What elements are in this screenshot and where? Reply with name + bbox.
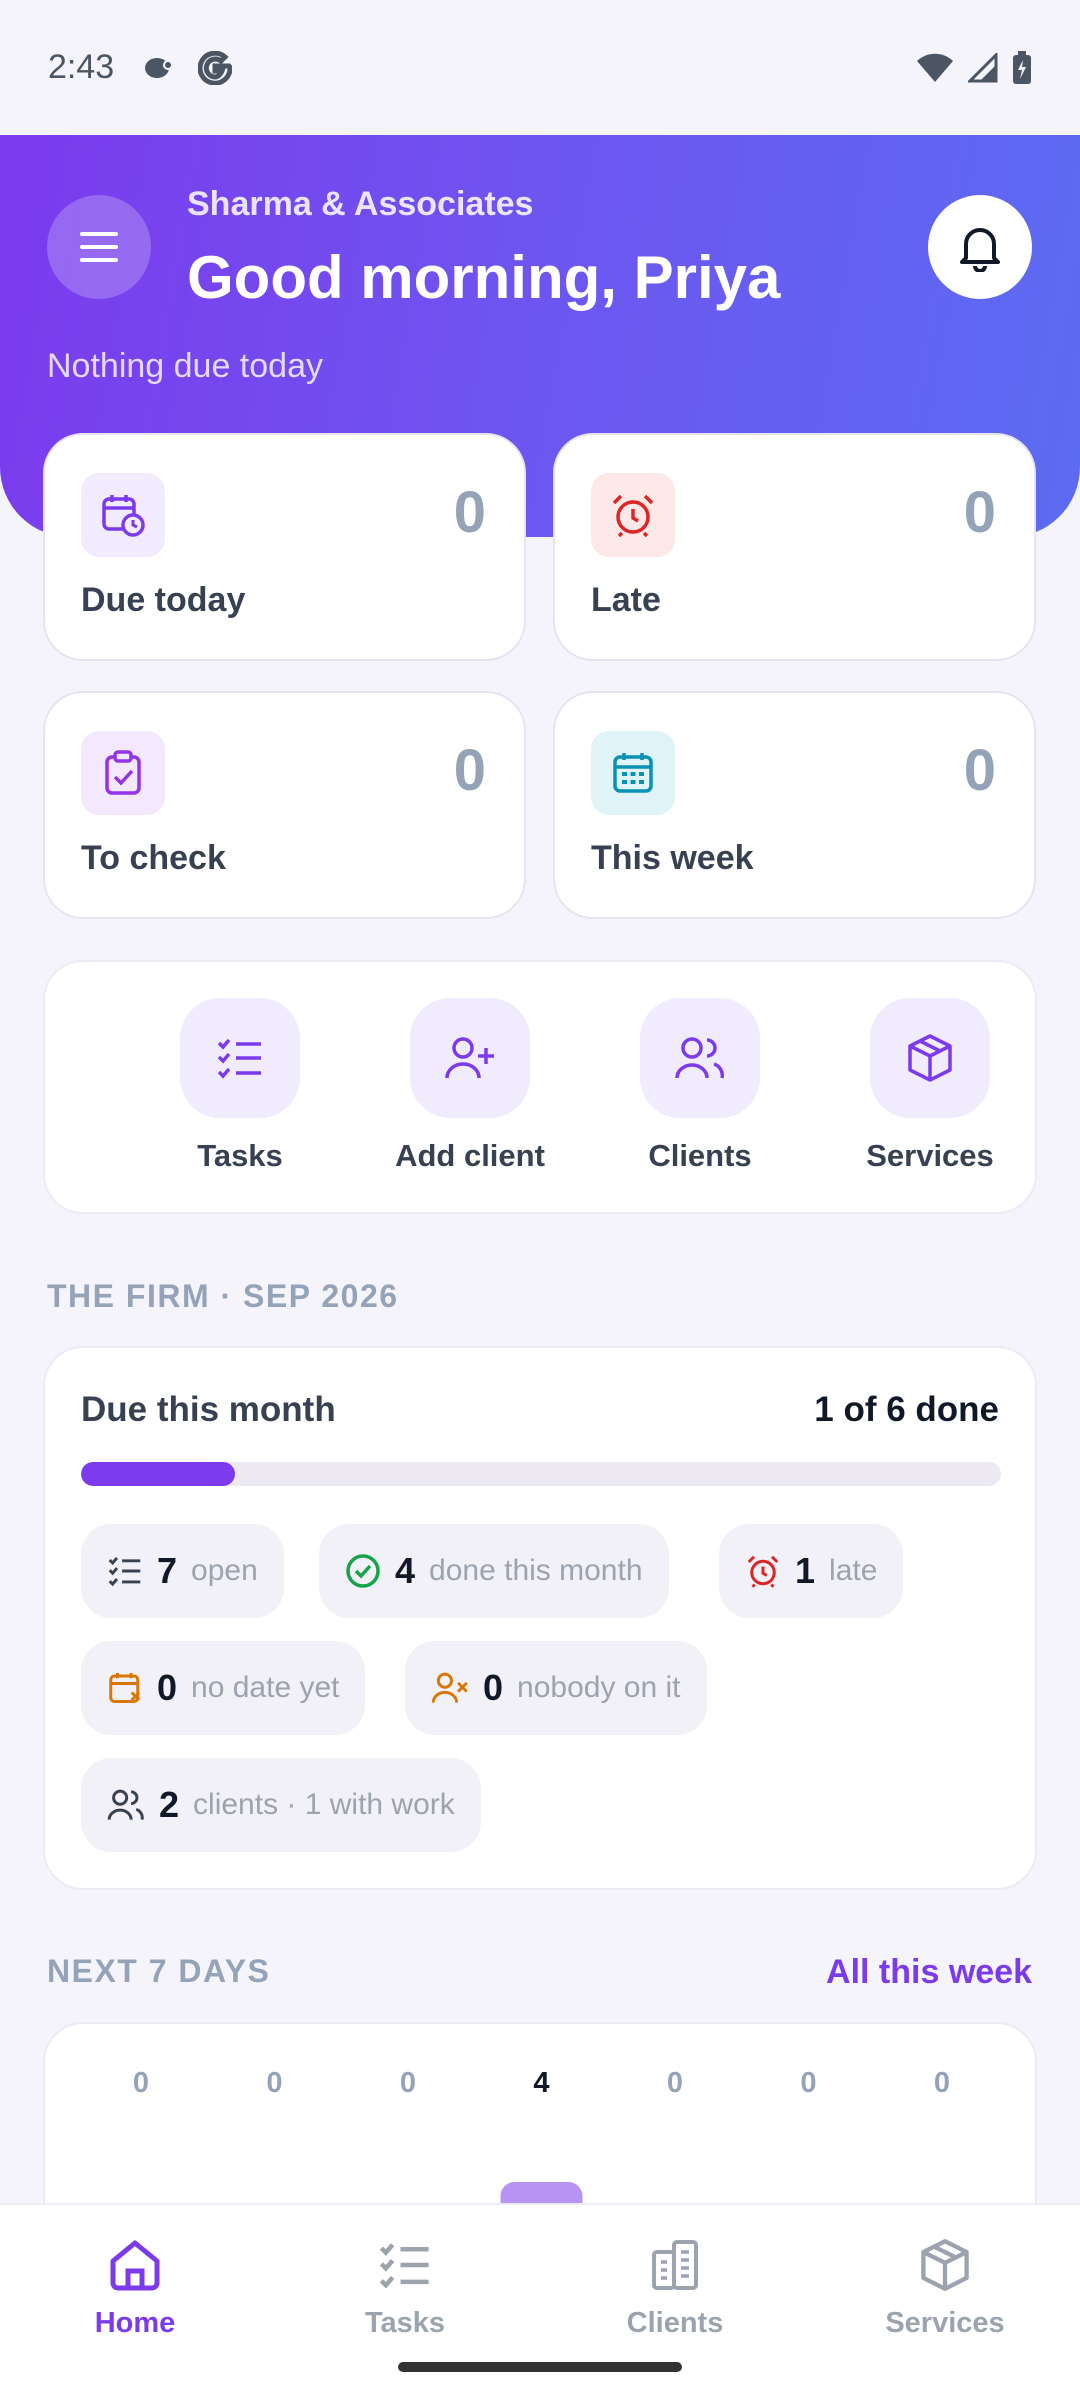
section-title-next-days: NEXT 7 DAYS <box>47 1953 271 1989</box>
stat-card-to-check[interactable]: 0 To check <box>43 691 526 919</box>
progress-fill <box>81 1462 235 1486</box>
page-title: Good morning, Priya <box>187 244 781 311</box>
nav-label: Tasks <box>364 2307 446 2339</box>
menu-button[interactable] <box>47 195 151 299</box>
user-x-icon <box>431 1672 468 1703</box>
quick-action-add-client[interactable]: Add client <box>355 998 585 1174</box>
chip-done-this-month[interactable]: 4 done this month <box>319 1524 669 1618</box>
header-subtitle: Nothing due today <box>47 347 323 385</box>
chip-count: 4 <box>395 1550 416 1591</box>
day-count-label: 0 <box>800 2067 816 2099</box>
battery-icon <box>1013 50 1031 84</box>
quick-action-label: Services <box>866 1138 994 1173</box>
checklist-icon <box>108 1556 141 1587</box>
nav-label: Home <box>94 2307 176 2339</box>
stat-value: 0 <box>963 738 996 803</box>
box-icon <box>921 2239 969 2291</box>
stat-value: 0 <box>453 480 486 545</box>
chip-label: late <box>829 1554 878 1587</box>
stat-label: Due today <box>81 581 246 619</box>
checklist-icon <box>379 2243 429 2289</box>
quick-action-label: Clients <box>648 1138 752 1173</box>
stat-value: 0 <box>453 738 486 803</box>
home-icon <box>110 2240 160 2291</box>
box-icon <box>908 1034 952 1082</box>
bell-icon <box>960 228 1000 272</box>
status-bar: 2:43 <box>0 0 1080 135</box>
nav-label: Clients <box>626 2307 724 2339</box>
chip-label: clients · 1 with work <box>193 1788 455 1821</box>
stat-value: 0 <box>963 480 996 545</box>
firm-name: Sharma & Associates <box>187 185 534 223</box>
section-title-firm: THE FIRM · SEP 2026 <box>47 1278 399 1314</box>
due-this-month-card: Due this month 1 of 6 done 7 open 4 done… <box>43 1346 1037 1890</box>
chip-count: 0 <box>157 1667 178 1708</box>
chip-clients[interactable]: 2 clients · 1 with work <box>81 1758 481 1852</box>
stat-card-late[interactable]: 0 Late <box>553 433 1036 661</box>
check-circle-icon <box>346 1554 380 1588</box>
notifications-button[interactable] <box>928 195 1032 299</box>
day-count-label: 0 <box>400 2067 416 2099</box>
clipboard-check-icon <box>105 750 141 795</box>
chip-count: 2 <box>159 1784 180 1825</box>
chip-count: 7 <box>157 1550 178 1591</box>
stat-card-this-week[interactable]: 0 This week <box>553 691 1036 919</box>
calendar-grid-icon <box>613 753 653 793</box>
hamburger-icon <box>80 232 118 262</box>
chip-count: 1 <box>795 1550 816 1591</box>
day-count-label: 0 <box>133 2067 149 2099</box>
stat-label: To check <box>81 839 226 877</box>
chip-late[interactable]: 1 late <box>719 1524 904 1618</box>
stat-label: This week <box>591 839 754 877</box>
day-count-label: 0 <box>266 2067 282 2099</box>
card-title: Due this month <box>81 1390 336 1429</box>
quick-action-label: Tasks <box>197 1138 283 1173</box>
quick-action-clients[interactable]: Clients <box>585 998 815 1174</box>
nav-home[interactable]: Home <box>0 2233 270 2340</box>
nav-clients[interactable]: Clients <box>540 2233 810 2340</box>
quick-action-services[interactable]: Services <box>815 998 1045 1174</box>
quick-actions: Tasks Add client Clients Services <box>43 960 1037 1214</box>
day-count-label: 4 <box>533 2067 549 2099</box>
nav-services[interactable]: Services <box>810 2233 1080 2340</box>
wifi-icon <box>917 53 953 82</box>
alarm-clock-icon <box>612 494 654 538</box>
stat-card-due-today[interactable]: 0 Due today <box>43 433 526 661</box>
nav-label: Services <box>885 2307 1005 2339</box>
chip-label: open <box>191 1554 258 1587</box>
done-count: 1 of 6 done <box>814 1390 999 1429</box>
calendar-clock-icon <box>102 495 145 537</box>
nav-tasks[interactable]: Tasks <box>270 2233 540 2340</box>
notification-icon <box>145 57 174 78</box>
chip-no-date[interactable]: 0 no date yet <box>81 1641 366 1735</box>
building-icon <box>652 2240 698 2290</box>
quick-action-label: Add client <box>395 1138 545 1173</box>
day-count-label: 0 <box>934 2067 950 2099</box>
chip-open[interactable]: 7 open <box>81 1524 284 1618</box>
status-time: 2:43 <box>48 48 115 86</box>
users-icon <box>107 1789 144 1820</box>
chip-label: done this month <box>429 1554 643 1587</box>
day-count-label: 0 <box>667 2067 683 2099</box>
progress-bar <box>81 1462 1001 1486</box>
user-plus-icon <box>445 1037 494 1079</box>
chip-nobody-on-it[interactable]: 0 nobody on it <box>405 1641 707 1735</box>
chip-count: 0 <box>483 1667 504 1708</box>
google-icon <box>198 50 233 85</box>
quick-action-tasks[interactable]: Tasks <box>125 998 355 1174</box>
all-this-week-link[interactable]: All this week <box>826 1953 1032 1992</box>
users-icon <box>675 1037 725 1079</box>
home-indicator <box>398 2362 682 2372</box>
chip-label: nobody on it <box>517 1671 681 1704</box>
calendar-x-icon <box>109 1673 141 1703</box>
alarm-clock-icon <box>747 1555 779 1588</box>
stat-label: Late <box>591 581 661 619</box>
signal-icon <box>968 52 998 82</box>
checklist-icon <box>217 1038 261 1079</box>
chip-label: no date yet <box>191 1671 340 1704</box>
